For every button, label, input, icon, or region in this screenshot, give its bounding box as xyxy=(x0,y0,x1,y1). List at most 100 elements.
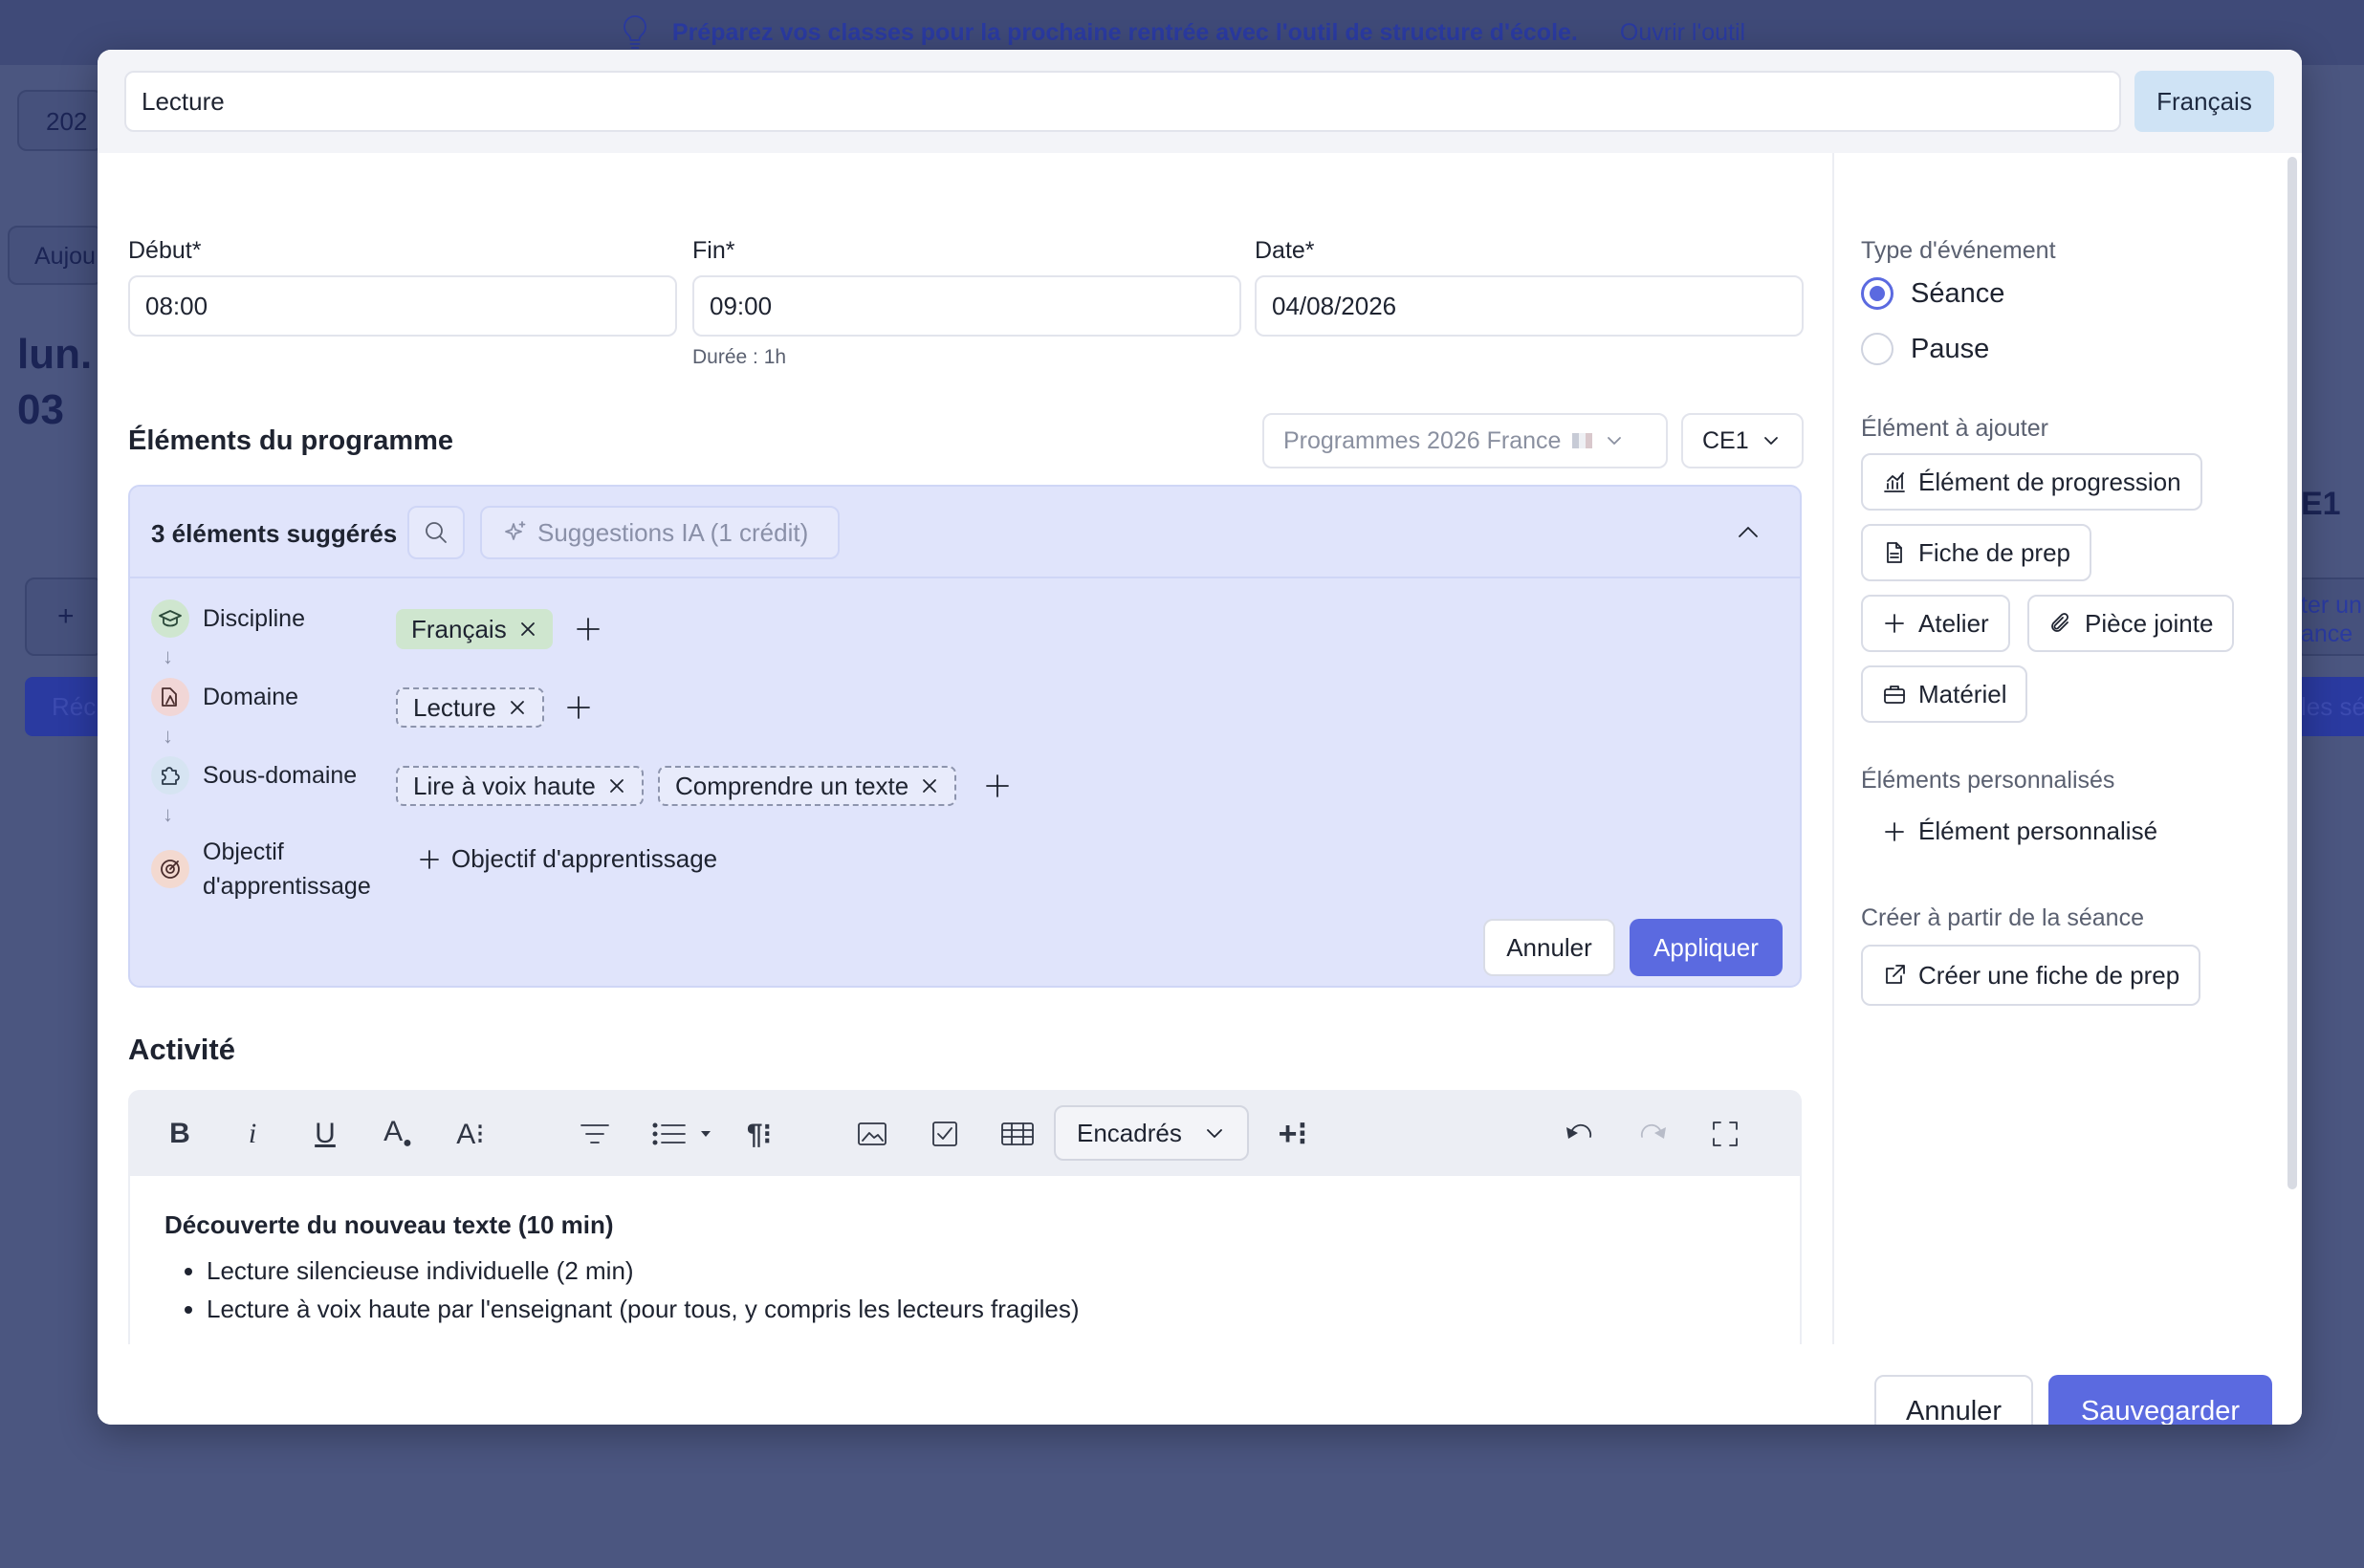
radio-circle-selected xyxy=(1861,277,1893,310)
create-fiche-button[interactable]: Créer une fiche de prep xyxy=(1861,945,2201,1006)
event-title-input[interactable]: Lecture xyxy=(124,71,2121,132)
editor-toolbar: B i U A● A⁝ ¶⁝ Encadrés +⁝ xyxy=(128,1090,1802,1176)
text-color-button[interactable]: A● xyxy=(375,1111,421,1157)
radio-pause[interactable]: Pause xyxy=(1861,333,1989,365)
underline-icon: U xyxy=(315,1118,336,1149)
font-size-button[interactable]: A⁝ xyxy=(448,1111,493,1157)
list-item: Lecture silencieuse individuelle (2 min) xyxy=(207,1252,1765,1290)
book-icon xyxy=(151,678,189,716)
sous-domaine-row-label: Sous-domaine xyxy=(151,756,357,795)
close-icon[interactable] xyxy=(508,698,527,717)
sparkles-icon xyxy=(503,520,528,545)
close-icon[interactable] xyxy=(607,776,626,795)
radio-seance[interactable]: Séance xyxy=(1861,277,2004,310)
class-label: E1 xyxy=(2301,486,2341,522)
encadres-label: Encadrés xyxy=(1077,1118,1182,1147)
redo-button[interactable] xyxy=(1630,1111,1675,1157)
add-objectif-button[interactable]: Objectif d'apprentissage xyxy=(417,844,717,874)
save-button[interactable]: Sauvegarder xyxy=(2048,1375,2272,1425)
paragraph-button[interactable]: ¶⁝ xyxy=(736,1111,782,1157)
close-icon[interactable] xyxy=(518,620,537,639)
table-button[interactable] xyxy=(995,1111,1040,1157)
add-piece-jointe-button[interactable]: Pièce jointe xyxy=(2027,595,2235,652)
plus-icon xyxy=(981,770,1014,802)
start-time-input[interactable]: 08:00 xyxy=(128,275,677,337)
suggestions-cancel-button[interactable]: Annuler xyxy=(1483,919,1615,976)
add-seance-right[interactable]: ter un ance xyxy=(2295,577,2364,656)
add-objectif-label: Objectif d'apprentissage xyxy=(451,844,718,873)
italic-button[interactable]: i xyxy=(230,1111,275,1157)
add-fiche-button[interactable]: Fiche de prep xyxy=(1861,524,2091,581)
add-fragment-2: ance xyxy=(2301,621,2353,647)
arrow-down-icon: ↓ xyxy=(163,802,173,826)
apply-button[interactable]: Appliquer xyxy=(1630,919,1783,976)
chip-sous-domaine-1[interactable]: Lire à voix haute xyxy=(396,766,644,806)
today-fragment: Aujou xyxy=(34,243,96,270)
lightbulb-icon xyxy=(619,13,651,52)
scrollbar[interactable] xyxy=(2287,157,2297,1189)
insert-button[interactable]: +⁝ xyxy=(1270,1111,1316,1157)
search-suggestions-button[interactable] xyxy=(407,506,465,559)
custom-elements-label: Éléments personnalisés xyxy=(1861,767,2115,794)
chip-discipline[interactable]: Français xyxy=(396,609,553,649)
cancel-button[interactable]: Annuler xyxy=(1874,1375,2033,1425)
list-item: Lecture à voix haute par l'enseignant (p… xyxy=(207,1290,1765,1328)
chevron-down-icon xyxy=(1203,1122,1226,1144)
encadres-select[interactable]: Encadrés xyxy=(1054,1105,1249,1161)
add-discipline-button[interactable] xyxy=(572,613,604,645)
image-button[interactable] xyxy=(849,1111,895,1157)
chart-icon xyxy=(1882,469,1907,494)
underline-button[interactable]: U xyxy=(302,1111,348,1157)
date-input[interactable]: 04/08/2026 xyxy=(1255,275,1804,337)
discipline-label: Discipline xyxy=(203,604,305,632)
align-button[interactable] xyxy=(572,1111,618,1157)
day-label: lun. xyxy=(17,331,93,378)
year-fragment: 202 xyxy=(46,107,88,136)
fullscreen-icon xyxy=(1711,1120,1740,1148)
end-time-input[interactable]: 09:00 xyxy=(692,275,1241,337)
chip-domaine-label: Lecture xyxy=(413,692,496,722)
date-label: Date* xyxy=(1255,237,1315,264)
radio-seance-label: Séance xyxy=(1911,277,2005,309)
checkbox-button[interactable] xyxy=(922,1111,968,1157)
close-icon[interactable] xyxy=(920,776,939,795)
objectif-row-label: Objectif d'apprentissage xyxy=(151,835,371,904)
modal-header: Lecture Français xyxy=(98,50,2302,153)
list-button[interactable] xyxy=(645,1111,721,1157)
rec-fragment: Réc xyxy=(52,692,97,721)
add-custom-element-button[interactable]: Élément personnalisé xyxy=(1882,817,2157,846)
add-sous-domaine-button[interactable] xyxy=(981,770,1014,802)
chevron-down-icon xyxy=(1761,430,1782,451)
add-seance-left[interactable]: + xyxy=(25,577,103,656)
add-atelier-button[interactable]: Atelier xyxy=(1861,595,2010,652)
add-progression-button[interactable]: Élément de progression xyxy=(1861,453,2202,511)
year-select[interactable]: 202 xyxy=(17,90,103,151)
domaine-row-label: Domaine xyxy=(151,678,298,716)
add-materiel-button[interactable]: Matériel xyxy=(1861,665,2028,723)
add-piece-jointe-label: Pièce jointe xyxy=(2085,608,2214,638)
plus-icon xyxy=(1882,819,1907,844)
duration-hint: Durée : 1h xyxy=(692,346,787,368)
collapse-button[interactable] xyxy=(1731,515,1765,550)
subject-badge[interactable]: Français xyxy=(2134,71,2274,132)
radio-circle xyxy=(1861,333,1893,365)
undo-button[interactable] xyxy=(1557,1111,1603,1157)
activity-editor[interactable]: Découverte du nouveau texte (10 min) Lec… xyxy=(128,1176,1802,1344)
chip-sous-domaine-2[interactable]: Comprendre un texte xyxy=(658,766,957,806)
objectif-label-line1: Objectif xyxy=(203,838,284,865)
open-tool-link[interactable]: Ouvrir l'outil xyxy=(1620,19,1745,47)
modal-footer: Annuler Sauvegarder xyxy=(98,1344,2302,1425)
add-domaine-button[interactable] xyxy=(562,691,595,724)
seances-button[interactable]: les sé xyxy=(2295,677,2364,736)
event-modal: Lecture Français Début* 08:00 Fin* 09:00… xyxy=(98,50,2302,1425)
level-select[interactable]: CE1 xyxy=(1681,413,1804,468)
chip-domaine[interactable]: Lecture xyxy=(396,687,544,728)
bold-button[interactable]: B xyxy=(157,1111,203,1157)
suggested-count: 3 éléments suggérés xyxy=(151,519,398,548)
today-button[interactable]: Aujou xyxy=(8,226,103,285)
programme-select[interactable]: Programmes 2026 France xyxy=(1262,413,1668,468)
fullscreen-button[interactable] xyxy=(1702,1111,1748,1157)
chip-sous-domaine-2-label: Comprendre un texte xyxy=(675,771,909,800)
chevron-up-icon xyxy=(1731,515,1765,550)
ai-suggestions-button[interactable]: Suggestions IA (1 crédit) xyxy=(480,506,840,559)
